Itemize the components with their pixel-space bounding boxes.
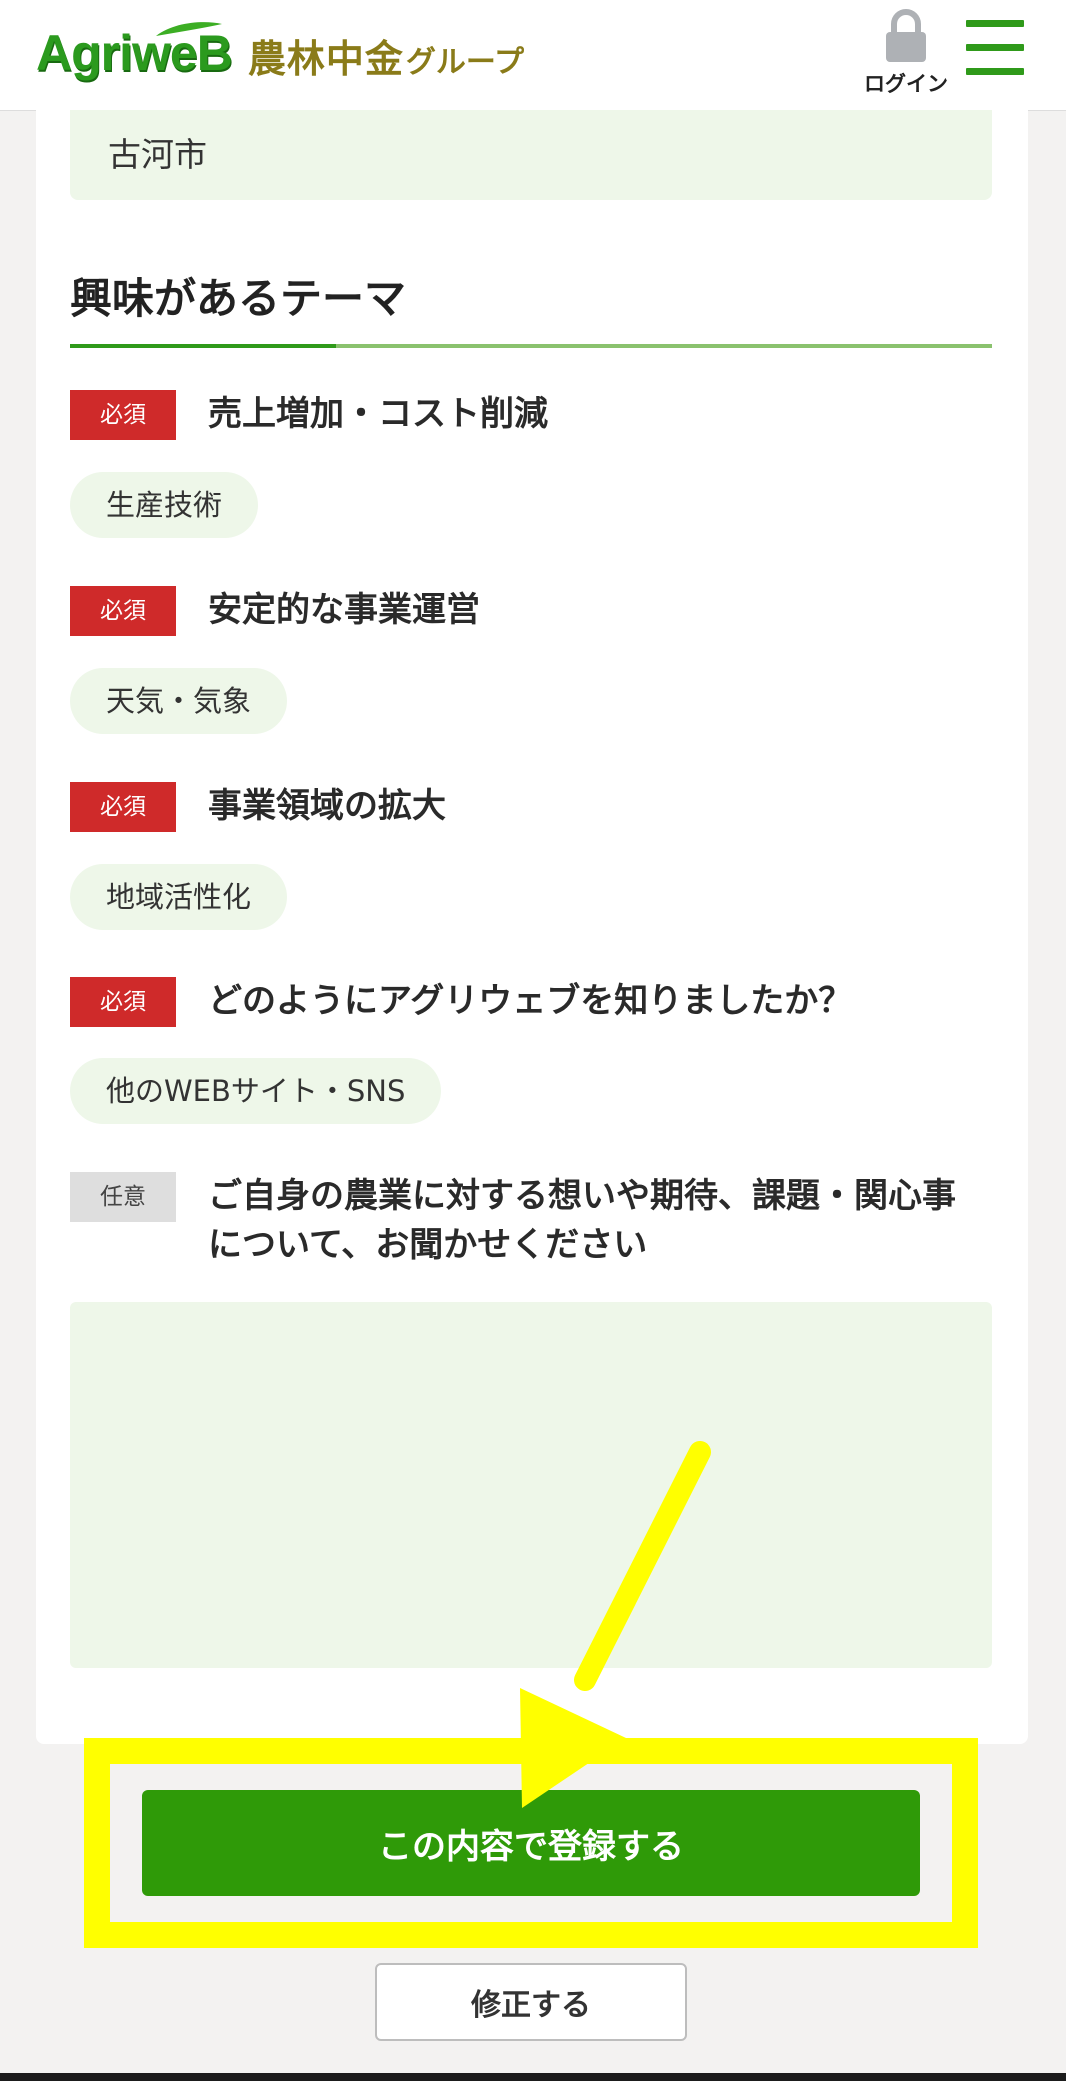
question-label: どのようにアグリウェブを知りましたか？	[208, 981, 853, 1021]
answer-pill: 他のWEBサイト・SNS	[70, 1058, 442, 1124]
lock-icon	[886, 9, 926, 62]
answer-pill: 地域活性化	[70, 864, 288, 930]
login-button[interactable]: ログイン	[856, 8, 956, 98]
logo-group-sub: グループ	[405, 45, 525, 80]
logo-group-text: 農林中金 グループ	[248, 40, 524, 78]
submit-button[interactable]: この内容で登録する	[142, 1790, 920, 1896]
optional-badge: 任意	[70, 1172, 176, 1222]
question-row: 必須 どのようにアグリウェブを知りましたか？	[70, 977, 968, 1027]
section-divider	[70, 344, 992, 348]
question-row: 必須 事業領域の拡大	[70, 782, 968, 832]
required-badge: 必須	[70, 586, 176, 636]
question-row: 必須 安定的な事業運営	[70, 586, 968, 636]
comment-textarea[interactable]	[70, 1302, 992, 1668]
site-header: AgriweB 農林中金 グループ ログイン	[0, 0, 1066, 111]
logo-group-main: 農林中金	[247, 37, 404, 81]
site-logo[interactable]: AgriweB 農林中金 グループ	[36, 22, 524, 78]
question-label: 安定的な事業運営	[208, 590, 480, 630]
required-badge: 必須	[70, 390, 176, 440]
answer-pill: 生産技術	[70, 472, 259, 538]
city-field: 古河市	[70, 110, 992, 200]
edit-button[interactable]: 修正する	[375, 1963, 687, 2041]
required-badge: 必須	[70, 977, 176, 1027]
bottom-bar	[0, 2073, 1066, 2081]
required-badge: 必須	[70, 782, 176, 832]
hamburger-menu-icon[interactable]	[966, 20, 1024, 76]
leaf-icon	[156, 22, 222, 36]
answer-pill: 天気・気象	[70, 668, 288, 734]
question-label: 事業領域の拡大	[208, 786, 446, 826]
login-label: ログイン	[864, 72, 948, 96]
section-title: 興味があるテーマ	[70, 274, 407, 323]
form-card: 古河市 興味があるテーマ 必須 売上増加・コスト削減 生産技術 必須 安定的な事…	[36, 110, 1028, 1744]
question-row: 任意 ご自身の農業に対する想いや期待、課題・関心事について、お聞かせください	[70, 1172, 968, 1270]
question-label: 売上増加・コスト削減	[208, 394, 548, 434]
question-label: ご自身の農業に対する想いや期待、課題・関心事について、お聞かせください	[208, 1176, 956, 1265]
question-row: 必須 売上増加・コスト削減	[70, 390, 968, 440]
